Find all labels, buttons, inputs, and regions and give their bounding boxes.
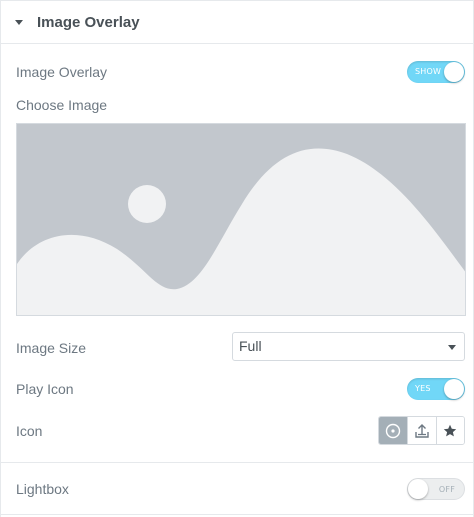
icon-option-upload[interactable] xyxy=(407,417,436,444)
lightbox-toggle[interactable]: OFF xyxy=(407,478,465,500)
icon-option-star[interactable] xyxy=(435,417,464,444)
image-overlay-panel: Image Overlay Image Overlay SHOW Choose … xyxy=(0,0,474,517)
icon-chooser xyxy=(378,416,465,445)
image-overlay-label: Image Overlay xyxy=(16,64,108,80)
section-divider xyxy=(1,462,473,463)
icon-option-play[interactable] xyxy=(379,417,408,444)
lightbox-toggle-text: OFF xyxy=(438,485,455,494)
play-icon-label: Play Icon xyxy=(16,381,74,397)
image-size-select[interactable]: Full xyxy=(232,332,465,361)
image-overlay-toggle-text: SHOW xyxy=(415,67,442,76)
section-header-image-overlay[interactable]: Image Overlay xyxy=(1,0,473,44)
choose-image-label: Choose Image xyxy=(16,97,108,113)
star-icon xyxy=(444,424,457,436)
play-icon-toggle-text: YES xyxy=(415,384,431,393)
chevron-down-icon xyxy=(448,345,456,350)
caret-down-icon xyxy=(15,20,23,25)
toggle-knob xyxy=(408,479,428,499)
play-icon-toggle[interactable]: YES xyxy=(407,378,465,400)
section-divider xyxy=(1,514,473,515)
upload-icon xyxy=(415,423,429,438)
icon-label: Icon xyxy=(16,423,43,439)
image-size-value: Full xyxy=(239,338,262,354)
image-size-label: Image Size xyxy=(16,340,87,356)
lightbox-label: Lightbox xyxy=(16,481,69,497)
toggle-knob xyxy=(444,379,464,399)
toggle-knob xyxy=(444,62,464,82)
image-chooser[interactable] xyxy=(16,123,466,316)
section-title: Image Overlay xyxy=(37,14,140,31)
image-placeholder-icon xyxy=(17,124,465,315)
image-overlay-toggle[interactable]: SHOW xyxy=(407,61,465,83)
play-circle-icon xyxy=(385,423,401,438)
